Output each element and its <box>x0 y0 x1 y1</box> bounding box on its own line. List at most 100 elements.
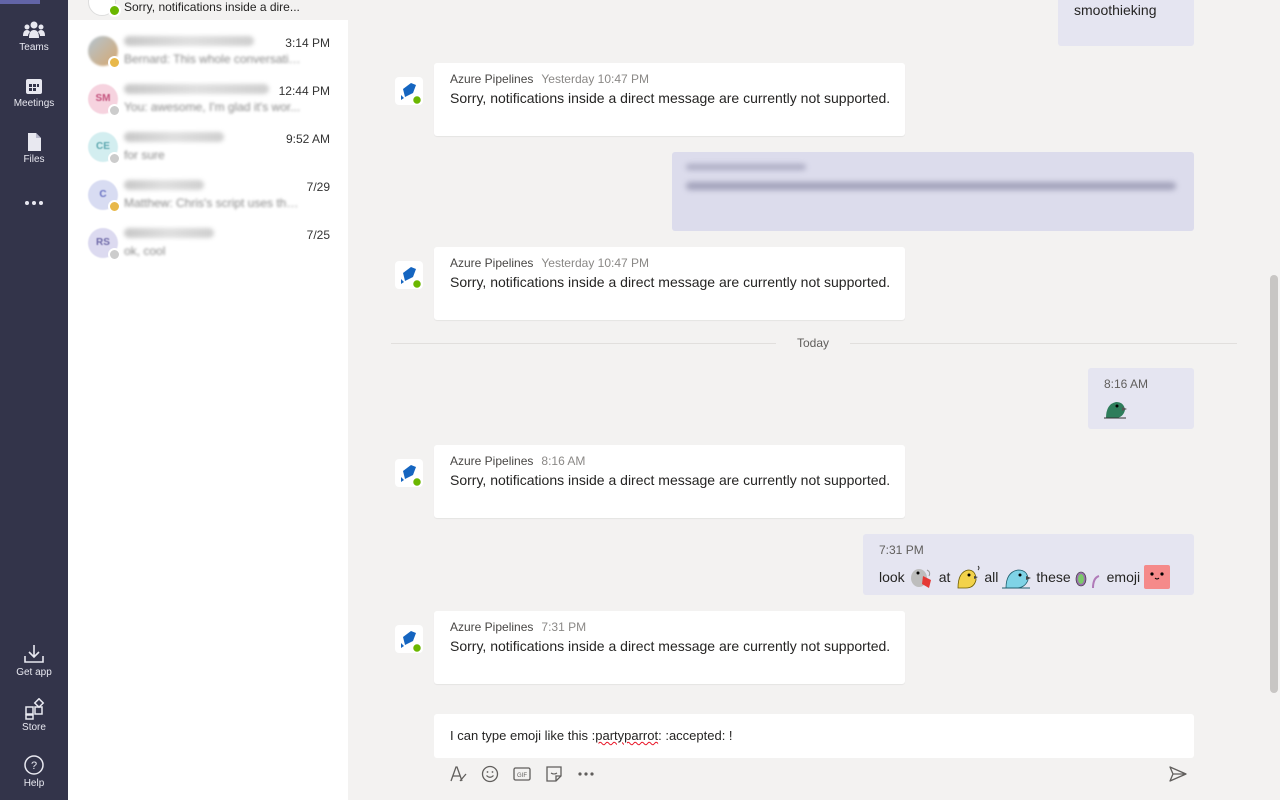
more-options-icon <box>578 772 594 776</box>
message-word: at <box>938 569 951 585</box>
chat-preview: You: awesome, I'm glad it's wor... <box>124 100 301 114</box>
message-time: 7:31 PM <box>879 543 924 557</box>
sticker-button[interactable] <box>544 764 564 784</box>
chat-name-blurred <box>124 228 214 238</box>
chat-name-blurred <box>124 132 224 142</box>
emoji-button[interactable] <box>480 764 500 784</box>
rail-label: Meetings <box>13 98 55 109</box>
message-word: look <box>879 569 905 585</box>
more-icon <box>25 201 43 205</box>
rail-label: Get app <box>16 667 52 678</box>
message-header: Azure Pipelines 7:31 PM <box>450 620 586 634</box>
rail-label: Teams <box>19 42 49 53</box>
sick-parrot-emoji-icon <box>910 569 931 588</box>
more-options-button[interactable] <box>576 764 596 784</box>
chat-preview: Bernard: This whole conversatio... <box>124 52 304 66</box>
chat-preview: for sure <box>124 148 165 162</box>
message-time: 8:16 AM <box>541 454 586 468</box>
compose-box[interactable]: I can type emoji like this :partyparrot:… <box>434 714 1194 758</box>
compose-text-suffix: : :accepted: ! <box>658 728 733 743</box>
message-text: Sorry, notifications inside a direct mes… <box>450 90 891 106</box>
send-icon <box>1169 766 1187 782</box>
presence-indicator <box>108 104 121 117</box>
chat-list-item[interactable]: C 7/29 Matthew: Chris's script uses the … <box>68 172 348 220</box>
presence-indicator <box>108 152 121 165</box>
chat-preview: ok, cool <box>124 244 166 258</box>
rail-item-store[interactable]: Store <box>0 698 68 733</box>
azure-pipelines-icon <box>395 261 423 289</box>
gif-icon: GIF <box>513 767 531 781</box>
gif-button[interactable]: GIF <box>512 764 532 784</box>
azure-pipelines-icon <box>395 625 423 653</box>
chat-list-item[interactable]: 3:14 PM Bernard: This whole conversatio.… <box>68 28 348 76</box>
rail-item-files[interactable]: Files <box>0 132 68 165</box>
presence-indicator <box>108 248 121 261</box>
chat-list: Sorry, notifications inside a dire... 3:… <box>68 0 348 800</box>
parrot-emoji-icon <box>1104 402 1127 419</box>
chat-time: 3:14 PM <box>285 36 330 50</box>
app-rail: Teams Meetings Files Get app Store ? Hel… <box>0 0 68 800</box>
send-button[interactable] <box>1168 764 1188 784</box>
date-divider-line <box>391 343 776 344</box>
chat-list-item[interactable]: CE 9:52 AM for sure <box>68 124 348 172</box>
azure-pipelines-icon <box>395 459 423 487</box>
chat-name-blurred <box>124 180 204 190</box>
azure-pipelines-icon <box>395 77 423 105</box>
store-icon <box>25 698 45 720</box>
pink-parrot-emoji-icon <box>1144 565 1171 589</box>
presence-indicator <box>108 56 121 69</box>
misspelled-word: partyparrot <box>595 728 659 743</box>
rail-item-more[interactable] <box>0 194 68 214</box>
files-icon <box>28 133 41 151</box>
rail-item-meetings[interactable]: Meetings <box>0 76 68 109</box>
sender-name: Azure Pipelines <box>450 454 534 468</box>
date-divider-label: Today <box>797 336 830 350</box>
rail-label: Help <box>23 778 45 789</box>
chat-time: 12:44 PM <box>278 84 330 98</box>
chat-list-item[interactable]: Sorry, notifications inside a dire... <box>68 0 348 20</box>
message-text: Sorry, notifications inside a direct mes… <box>450 274 891 290</box>
conversation-scrollbar[interactable] <box>1270 275 1278 693</box>
date-divider-line <box>850 343 1237 344</box>
message-word: these <box>1036 569 1071 585</box>
format-button[interactable] <box>448 764 468 784</box>
my-message: 8:16 AM <box>1088 368 1194 429</box>
message-word: emoji <box>1106 569 1141 585</box>
bot-message: Azure Pipelines Yesterday 10:47 PM Sorry,… <box>434 247 905 320</box>
chat-time: 9:52 AM <box>285 132 330 146</box>
presence-indicator <box>108 4 121 17</box>
help-icon: ? <box>24 755 44 775</box>
svg-text:?: ? <box>31 760 37 772</box>
my-message: smoothieking <box>1058 0 1194 46</box>
teams-icon <box>23 21 45 38</box>
rail-item-get-app[interactable]: Get app <box>0 643 68 678</box>
bot-message: Azure Pipelines 7:31 PM Sorry, notificati… <box>434 611 905 684</box>
message-header: Azure Pipelines Yesterday 10:47 PM <box>450 256 649 270</box>
message-text: Sorry, notifications inside a direct mes… <box>450 472 891 488</box>
message-header: Azure Pipelines Yesterday 10:47 PM <box>450 72 649 86</box>
rail-item-teams[interactable]: Teams <box>0 20 68 53</box>
format-icon <box>450 766 467 782</box>
chat-list-item[interactable]: RS 7/25 ok, cool <box>68 220 348 268</box>
sender-name: Azure Pipelines <box>450 620 534 634</box>
chat-list-item[interactable]: SM 12:44 PM You: awesome, I'm glad it's … <box>68 76 348 124</box>
my-message: 7:31 PM look at all these emoji <box>863 534 1194 595</box>
bot-message: Azure Pipelines 8:16 AM Sorry, notificati… <box>434 445 905 518</box>
compose-input-text[interactable]: I can type emoji like this :partyparrot:… <box>450 728 733 743</box>
chat-preview: Sorry, notifications inside a dire... <box>124 0 300 14</box>
rail-item-help[interactable]: ? Help <box>0 754 68 789</box>
calendar-icon <box>26 79 42 94</box>
rail-label: Files <box>23 154 45 165</box>
sticker-icon <box>546 766 562 782</box>
chat-name-blurred <box>124 84 269 94</box>
rail-active-indicator <box>0 0 40 4</box>
chat-name-blurred <box>124 36 254 46</box>
message-time: 8:16 AM <box>1104 377 1149 391</box>
message-header: Azure Pipelines 8:16 AM <box>450 454 585 468</box>
message-time: 7:31 PM <box>541 620 587 634</box>
small-parrots-emoji-icon <box>1075 571 1100 589</box>
download-icon <box>24 645 44 663</box>
presence-indicator <box>108 200 121 213</box>
chat-time: 7/25 <box>306 228 330 242</box>
svg-text:GIF: GIF <box>517 773 527 779</box>
